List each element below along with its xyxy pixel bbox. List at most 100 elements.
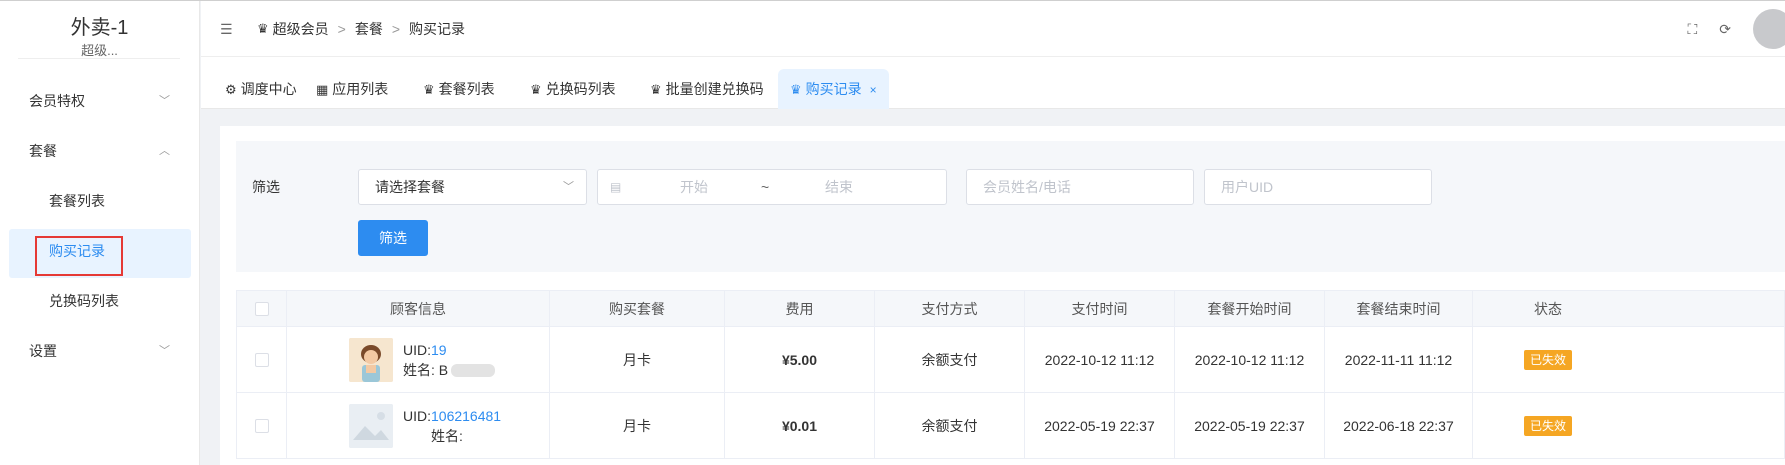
breadcrumb: ♛ 超级会员 > 套餐 > 购买记录 <box>257 19 465 39</box>
tab-purchase-records[interactable]: ♛ 购买记录 × <box>778 69 889 109</box>
pay-time-cell: 2022-10-12 11:12 <box>1025 327 1175 392</box>
status-cell: 已失效 <box>1473 327 1623 392</box>
uid-label: UID: <box>403 407 431 424</box>
tab-label: 套餐列表 <box>438 81 495 97</box>
chevron-up-icon: ︿ <box>159 145 170 157</box>
table-header: 顾客信息 购买套餐 费用 支付方式 支付时间 套餐开始时间 套餐结束时间 状态 <box>236 290 1785 327</box>
date-end-placeholder: 结束 <box>825 179 853 195</box>
start-time-cell: 2022-10-12 11:12 <box>1175 327 1325 392</box>
crown-icon: ♛ <box>650 82 662 97</box>
image-placeholder-icon <box>349 403 393 448</box>
tab-redeem-code-list[interactable]: ♛ 兑换码列表 <box>518 69 628 109</box>
column-header: 状态 <box>1534 300 1562 317</box>
breadcrumb-item: 购买记录 <box>409 21 466 37</box>
tab-batch-create-codes[interactable]: ♛ 批量创建兑换码 <box>638 69 776 109</box>
sidebar-item-settings[interactable]: 设置 ﹀ <box>0 326 200 376</box>
customer-name: 姓名: <box>403 426 501 446</box>
pay-method-cell: 余额支付 <box>875 393 1025 458</box>
main-content: 筛选 请选择套餐 ﹀ ▤ 开始 ~ 结束 会员姓名/电话 用户UID 筛选 顾客… <box>220 126 1785 465</box>
end-time-cell: 2022-06-18 22:37 <box>1325 393 1473 458</box>
tab-label: 批量创建兑换码 <box>665 81 764 97</box>
avatar[interactable] <box>1753 9 1785 49</box>
column-header: 支付方式 <box>875 291 1025 326</box>
user-uid-input[interactable]: 用户UID <box>1204 169 1432 205</box>
tab-bar: ⚙ 调度中心 ▦ 应用列表 ♛ 套餐列表 ♛ 兑换码列表 ♛ 批量创建兑换码 ♛ 购买记录 × <box>201 57 1785 109</box>
date-start-placeholder: 开始 <box>680 179 708 195</box>
fee-cell: ¥0.01 <box>725 393 875 458</box>
annotation-highlight-box <box>35 236 123 276</box>
breadcrumb-item[interactable]: 套餐 <box>355 19 383 39</box>
customer-info-cell: UID:106216481 姓名: <box>287 393 550 458</box>
column-header: 顾客信息 <box>287 291 550 326</box>
package-cell: 月卡 <box>550 327 725 392</box>
date-range-separator: ~ <box>761 179 770 195</box>
crown-icon: ♛ <box>257 21 269 36</box>
customer-uid: UID:19 <box>403 340 495 360</box>
redacted-name <box>451 364 496 378</box>
filter-button[interactable]: 筛选 <box>358 220 428 256</box>
package-select[interactable]: 请选择套餐 ﹀ <box>358 169 587 205</box>
chevron-down-icon: ﹀ <box>159 345 170 357</box>
table-row: UID:19 姓名: B 月卡 ¥5.00 余额支付 2022-10-12 11… <box>236 327 1785 393</box>
sidebar-item-member-privileges[interactable]: 会员特权 ﹀ <box>0 76 200 126</box>
member-name-placeholder: 会员姓名/电话 <box>983 179 1071 195</box>
uid-value[interactable]: 19 <box>431 342 447 358</box>
column-header: 支付时间 <box>1025 291 1175 326</box>
refresh-icon[interactable]: ⟳ <box>1719 21 1731 38</box>
collapse-menu-icon[interactable]: ☰ <box>220 21 233 38</box>
chevron-down-icon: ﹀ <box>563 181 574 193</box>
tab-app-list[interactable]: ▦ 应用列表 <box>304 69 400 109</box>
sidebar: 外卖-1 超级... 会员特权 ﹀ 套餐 ︿ 套餐列表 购买记录 兑换码列表 设… <box>0 0 200 465</box>
row-checkbox[interactable] <box>254 352 269 367</box>
sidebar-item-package-list[interactable]: 套餐列表 <box>0 176 200 226</box>
row-checkbox[interactable] <box>254 418 269 433</box>
calendar-icon: ▤ <box>610 180 622 194</box>
brand-title: 外卖-1 <box>70 17 129 39</box>
tab-label: 应用列表 <box>332 81 389 97</box>
divider <box>18 58 180 59</box>
top-header: ☰ ♛ 超级会员 > 套餐 > 购买记录 ⛶ ⟳ <box>201 1 1785 57</box>
customer-text: UID:106216481 姓名: <box>403 406 501 446</box>
status-badge: 已失效 <box>1523 415 1572 436</box>
end-time-cell: 2022-11-11 11:12 <box>1325 327 1473 392</box>
sidebar-item-packages[interactable]: 套餐 ︿ <box>0 126 200 176</box>
start-time-cell: 2022-05-19 22:37 <box>1175 393 1325 458</box>
tab-dispatch-center[interactable]: ⚙ 调度中心 <box>213 69 309 109</box>
crown-icon: ♛ <box>530 82 542 97</box>
select-all-cell <box>237 291 287 326</box>
sidebar-item-purchase-records[interactable]: 购买记录 <box>0 226 200 278</box>
row-select-cell <box>237 393 287 458</box>
select-all-checkbox[interactable] <box>254 301 269 316</box>
customer-avatar <box>349 337 393 382</box>
tab-label: 兑换码列表 <box>545 81 616 97</box>
tab-label: 购买记录 <box>805 81 862 97</box>
member-name-phone-input[interactable]: 会员姓名/电话 <box>966 169 1194 205</box>
name-label: 姓名: B <box>403 361 449 378</box>
tab-package-list[interactable]: ♛ 套餐列表 <box>411 69 507 109</box>
column-header: 套餐结束时间 <box>1325 291 1473 326</box>
dispatch-icon: ⚙ <box>225 82 237 97</box>
uid-value[interactable]: 106216481 <box>431 408 501 424</box>
brand: 外卖-1 超级... <box>0 0 199 66</box>
chevron-down-icon: ﹀ <box>159 95 170 107</box>
sidebar-item-label: 会员特权 <box>29 93 85 109</box>
filter-panel: 筛选 请选择套餐 ﹀ ▤ 开始 ~ 结束 会员姓名/电话 用户UID 筛选 <box>236 141 1785 272</box>
row-select-cell <box>237 327 287 392</box>
sidebar-item-label: 套餐列表 <box>49 193 105 209</box>
sidebar-item-redeem-codes[interactable]: 兑换码列表 <box>0 276 200 326</box>
fullscreen-icon[interactable]: ⛶ <box>1687 21 1697 38</box>
package-select-value: 请选择套餐 <box>375 179 445 195</box>
column-header: 费用 <box>725 291 875 326</box>
close-icon[interactable]: × <box>870 83 877 97</box>
package-cell: 月卡 <box>550 393 725 458</box>
header-actions: ⛶ ⟳ <box>1687 9 1785 49</box>
filter-label: 筛选 <box>252 179 280 195</box>
status-cell: 已失效 <box>1473 393 1623 458</box>
sidebar-menu: 会员特权 ﹀ 套餐 ︿ 套餐列表 购买记录 兑换码列表 设置 ﹀ <box>0 76 200 376</box>
tab-label: 调度中心 <box>240 81 297 97</box>
date-range-picker[interactable]: ▤ 开始 ~ 结束 <box>597 169 947 205</box>
breadcrumb-item[interactable]: 超级会员 <box>273 19 329 39</box>
status-badge: 已失效 <box>1523 349 1572 370</box>
customer-name: 姓名: B <box>403 360 496 380</box>
crown-icon: ♛ <box>790 82 802 97</box>
